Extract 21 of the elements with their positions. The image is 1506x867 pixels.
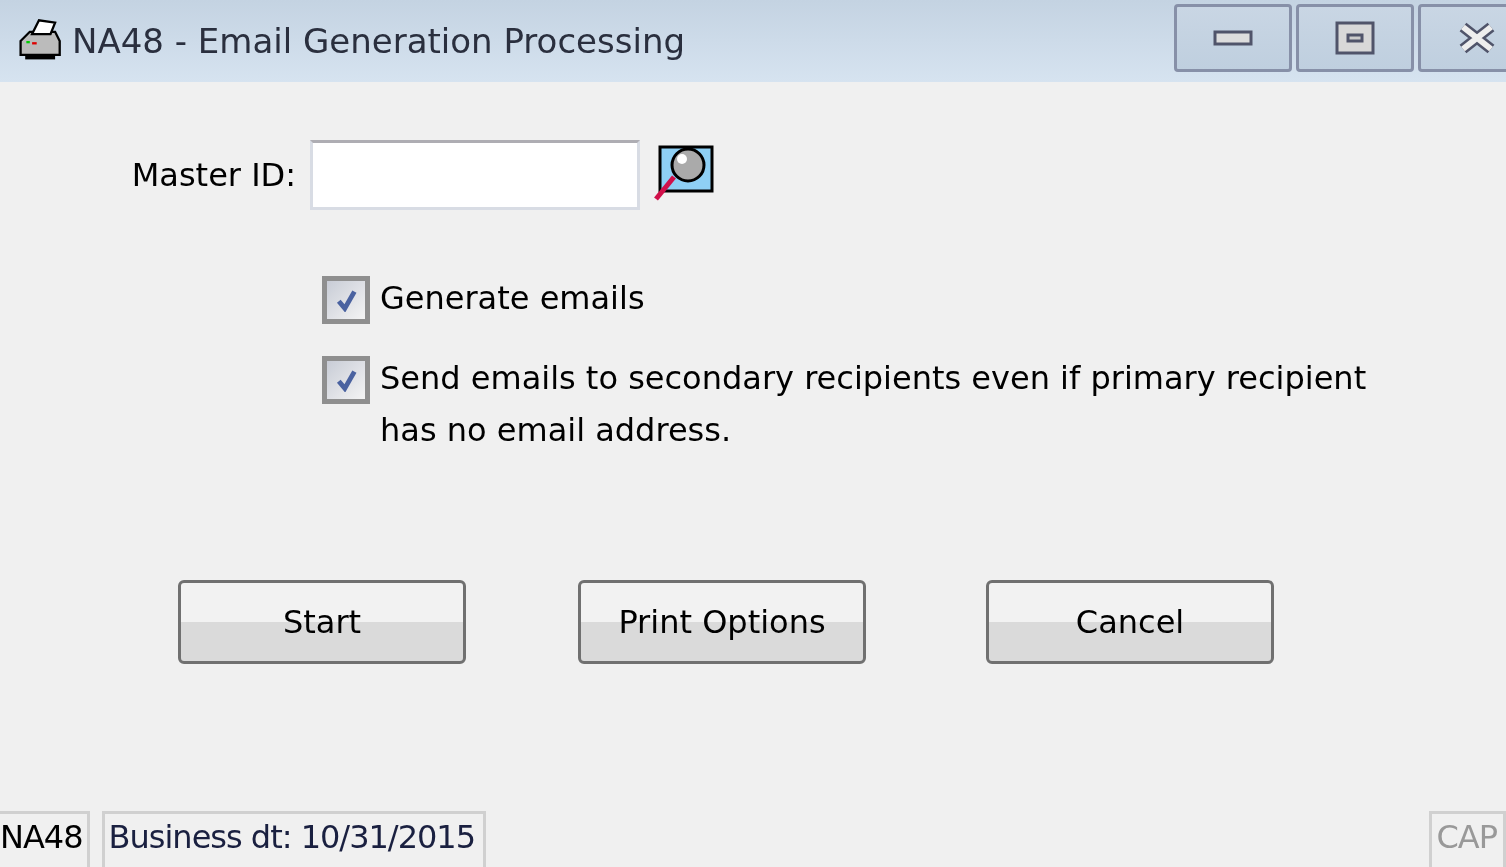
dialog-button[interactable]: Cancel [986, 580, 1274, 664]
close-button[interactable] [1418, 4, 1506, 72]
dialog-button[interactable]: Print Options [578, 580, 866, 664]
business-date: Business dt: 10/31/2015 [101, 811, 487, 867]
dialog-button[interactable]: Start [178, 580, 466, 664]
checkbox[interactable] [322, 356, 370, 404]
minimize-icon [1213, 30, 1253, 46]
screen-code: NA48 [0, 811, 90, 867]
checkbox[interactable] [322, 276, 370, 324]
minimize-button[interactable] [1174, 4, 1292, 72]
master-id-field[interactable] [310, 140, 640, 210]
restore-icon [1335, 21, 1375, 55]
check-icon [334, 368, 358, 392]
window-title: NA48 - Email Generation Processing [72, 21, 685, 61]
master-id-label: Master ID: [130, 156, 297, 194]
caps-indicator: CAP [1429, 811, 1506, 867]
check-icon [334, 288, 358, 312]
option-label: Generate emails [380, 278, 646, 319]
restore-button[interactable] [1296, 4, 1414, 72]
option-label: Send emails to secondary recipients even if primary recipient has no email address. [380, 358, 1368, 451]
close-icon [1457, 21, 1497, 55]
